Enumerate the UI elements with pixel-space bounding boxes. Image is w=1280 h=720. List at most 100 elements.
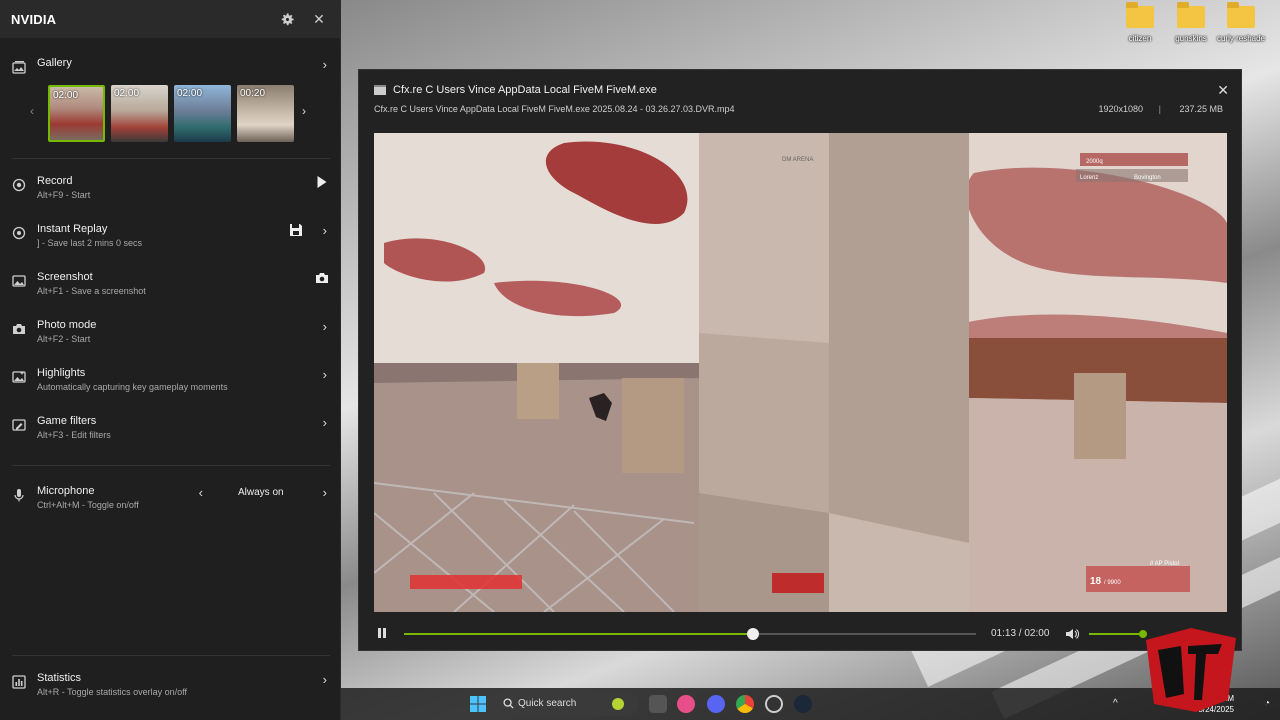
- close-icon[interactable]: ✕: [1217, 82, 1229, 99]
- steam-icon[interactable]: [794, 695, 812, 713]
- save-icon[interactable]: [289, 223, 303, 237]
- volume-slider-fill: [1089, 633, 1143, 635]
- video-file-size: 237.25 MB: [1179, 104, 1223, 114]
- gallery-thumbnail[interactable]: 02:00: [174, 85, 231, 142]
- statistics-chart-icon: [12, 675, 26, 689]
- desktop-icon-label: curly reshade: [1216, 34, 1266, 43]
- desktop-icon-citizen[interactable]: citizen: [1114, 2, 1166, 43]
- sidebar-item-shortcut: ] - Save last 2 mins 0 secs: [37, 238, 143, 248]
- divider: [12, 465, 330, 466]
- chevron-right-icon: ›: [322, 57, 327, 72]
- video-title: Cfx.re C Users Vince AppData Local FiveM…: [393, 84, 657, 96]
- sidebar-item-label: Highlights: [37, 367, 86, 379]
- playback-time: 01:13 / 02:00: [991, 628, 1050, 639]
- hud-killfeed-2: Lorenz: [1080, 175, 1098, 181]
- sidebar-item-shortcut: Alt+F1 - Save a screenshot: [37, 286, 146, 296]
- search-highlight-icon: [612, 698, 624, 710]
- taskbar-search[interactable]: Quick search: [496, 692, 638, 716]
- gallery-thumbnail[interactable]: 00:20: [237, 85, 294, 142]
- chevron-right-icon[interactable]: ›: [323, 485, 327, 500]
- search-icon: [503, 698, 514, 709]
- task-view-icon[interactable]: [649, 695, 667, 713]
- sidebar-item-shortcut: Alt+F9 - Start: [37, 190, 91, 200]
- sidebar-item-label: Statistics: [37, 672, 82, 684]
- sidebar-item-statistics[interactable]: Statistics Alt+R - Toggle statistics ove…: [0, 672, 341, 712]
- folder-icon: [1126, 2, 1154, 28]
- sidebar-item-instant-replay[interactable]: Instant Replay ] - Save last 2 mins 0 se…: [0, 223, 341, 263]
- sidebar-item-shortcut: Alt+R - Toggle statistics overlay on/off: [37, 687, 187, 697]
- game-filters-icon: [12, 419, 26, 431]
- gallery-thumbnails: ‹ 02:00 02:00 02:00 00:20 ›: [28, 84, 318, 144]
- video-frame[interactable]: DM ARENA 2000q Lorenz Bovington // AP Pi…: [374, 133, 1227, 612]
- pause-icon[interactable]: [377, 628, 387, 638]
- sidebar-item-label: Photo mode: [37, 319, 97, 331]
- microphone-mode-value: Always on: [238, 487, 284, 498]
- hud-killfeed-2b: Bovington: [1134, 175, 1161, 181]
- sidebar-item-label: Gallery: [37, 57, 72, 69]
- seek-bar-handle[interactable]: [746, 628, 759, 640]
- app-icon[interactable]: [765, 695, 783, 713]
- gameplay-scene: DM ARENA 2000q Lorenz Bovington // AP Pi…: [374, 133, 1227, 612]
- discord-icon[interactable]: [707, 695, 725, 713]
- video-resolution: 1920x1080: [1098, 104, 1143, 114]
- notification-bell-icon[interactable]: ◔: [1264, 698, 1270, 709]
- sidebar-item-label: Instant Replay: [37, 223, 108, 235]
- chevron-left-icon[interactable]: ‹: [30, 104, 34, 118]
- chevron-right-icon: ›: [322, 319, 327, 334]
- chevron-left-icon[interactable]: ‹: [199, 485, 203, 500]
- hud-ammo-reserve: / 9900: [1104, 580, 1121, 586]
- gallery-thumbnail[interactable]: 02:00: [48, 85, 105, 142]
- sidebar-item-screenshot[interactable]: Screenshot Alt+F1 - Save a screenshot: [0, 271, 341, 311]
- video-filename: Cfx.re C Users Vince AppData Local FiveM…: [374, 104, 735, 114]
- camera-icon[interactable]: [315, 271, 329, 285]
- folder-icon: [1227, 2, 1255, 28]
- sidebar-item-label: Record: [37, 175, 73, 187]
- meta-separator: |: [1158, 104, 1161, 114]
- photo-mode-camera-icon: [13, 324, 25, 334]
- search-placeholder: Quick search: [518, 698, 577, 709]
- folder-icon: [1177, 2, 1205, 28]
- divider: [12, 655, 330, 656]
- hud-location: DM ARENA: [782, 157, 813, 163]
- tray-overflow-chevron-up-icon[interactable]: ^: [1113, 698, 1118, 709]
- playback-controls: 01:13 / 02:00: [359, 622, 1243, 646]
- sidebar-item-microphone: Microphone Ctrl+Alt+M - Toggle on/off ‹ …: [0, 485, 341, 525]
- sidebar-item-shortcut: Alt+F2 - Start: [37, 334, 91, 344]
- thumbnail-duration: 02:00: [53, 90, 79, 101]
- chevron-right-icon: ›: [322, 367, 327, 382]
- divider: [12, 158, 330, 159]
- desktop-icon-label: citizen: [1128, 34, 1152, 43]
- sidebar-item-game-filters[interactable]: Game filters Alt+F3 - Edit filters ›: [0, 415, 341, 455]
- streamer-logo: [1146, 628, 1236, 712]
- windows-start-icon[interactable]: [469, 695, 487, 713]
- volume-icon[interactable]: [1065, 627, 1079, 641]
- sidebar-item-record[interactable]: Record Alt+F9 - Start: [0, 175, 341, 215]
- desktop-icon-curly-reshade[interactable]: curly reshade: [1215, 2, 1267, 43]
- thumbnail-duration: 02:00: [177, 88, 203, 99]
- chrome-icon[interactable]: [736, 695, 754, 713]
- nvidia-overlay-sidebar: NVIDIA ✕ Gallery › ‹ 02:00 02:00 02:00 0…: [0, 0, 341, 720]
- sidebar-item-shortcut: Ctrl+Alt+M - Toggle on/off: [37, 500, 139, 510]
- desktop-icon-gunskins[interactable]: gunskins: [1165, 2, 1217, 43]
- hud-weapon-name: // AP Pistol: [1150, 561, 1179, 567]
- chevron-right-icon: ›: [322, 672, 327, 687]
- chevron-right-icon[interactable]: ›: [302, 104, 306, 118]
- gallery-thumbnail[interactable]: 02:00: [111, 85, 168, 142]
- desktop-icon-label: gunskins: [1175, 34, 1207, 43]
- settings-gear-icon[interactable]: [277, 9, 297, 29]
- sidebar-item-photo-mode[interactable]: Photo mode Alt+F2 - Start ›: [0, 319, 341, 359]
- gallery-icon: [12, 61, 26, 74]
- itunes-icon[interactable]: [677, 695, 695, 713]
- hud-killfeed-1: 2000q: [1086, 159, 1103, 165]
- volume-slider[interactable]: [1089, 630, 1147, 638]
- chevron-right-icon: ›: [322, 223, 327, 238]
- brand-title: NVIDIA: [11, 11, 57, 27]
- instant-replay-icon: [12, 226, 26, 240]
- sidebar-item-highlights[interactable]: Highlights Automatically capturing key g…: [0, 367, 341, 407]
- play-icon[interactable]: [316, 176, 327, 188]
- seek-bar[interactable]: [404, 628, 976, 640]
- hud-ammo: 18: [1090, 576, 1102, 587]
- sidebar-header: NVIDIA ✕: [0, 0, 340, 38]
- thumbnail-duration: 02:00: [114, 88, 140, 99]
- close-icon[interactable]: ✕: [309, 9, 329, 29]
